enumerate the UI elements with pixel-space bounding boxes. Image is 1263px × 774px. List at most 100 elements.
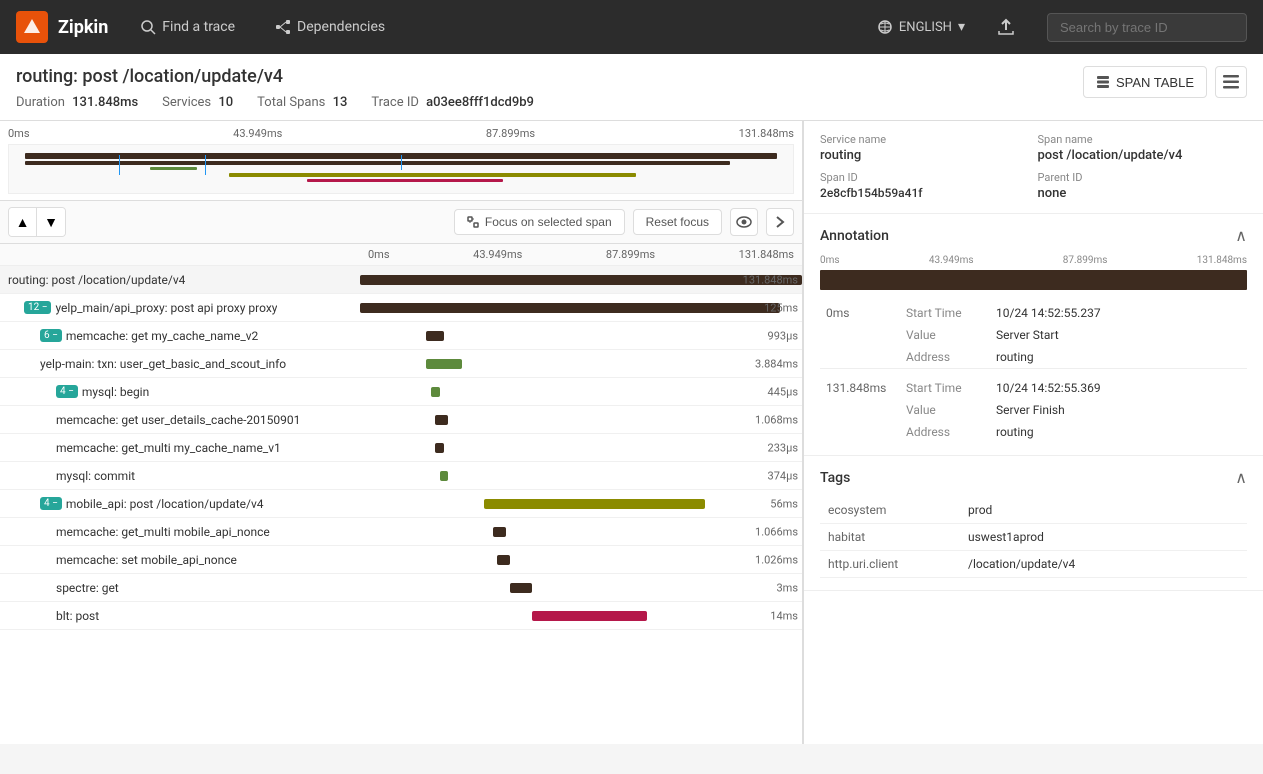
- dependencies-nav[interactable]: Dependencies: [267, 15, 393, 39]
- page-meta: Duration 131.848ms Services 10 Total Spa…: [16, 95, 1247, 120]
- focus-icon: [467, 216, 479, 228]
- span-label-text: yelp_main/api_proxy: post api proxy prox…: [55, 301, 277, 315]
- span-bar: [435, 443, 444, 453]
- span-duration: 374μs: [768, 469, 798, 482]
- span-row[interactable]: 6 −memcache: get my_cache_name_v2993μs: [0, 322, 802, 350]
- trace-id-meta: Trace ID a03ee8fff1dcd9b9: [371, 95, 534, 110]
- span-table-btn[interactable]: SPAN TABLE: [1083, 66, 1207, 98]
- trace-id-value: a03ee8fff1dcd9b9: [426, 95, 534, 110]
- span-bar-area: 14ms: [360, 602, 802, 630]
- span-duration: 125ms: [764, 301, 798, 314]
- annotation-rulers: 0ms 43.949ms 87.899ms 131.848ms: [820, 255, 1247, 266]
- span-badge[interactable]: 12 −: [24, 301, 51, 314]
- span-bar: [360, 303, 780, 313]
- ann-address-label-1: Address: [900, 346, 990, 369]
- span-name-group: Span name post /location/update/v4: [1038, 133, 1248, 163]
- tag-key: ecosystem: [820, 497, 960, 524]
- annotation-collapse-btn[interactable]: ∧: [1235, 226, 1247, 245]
- detail-panel: Service name routing Span name post /loc…: [803, 121, 1263, 744]
- span-label-text: blt: post: [56, 609, 99, 623]
- tag-value: prod: [960, 497, 1247, 524]
- menu-btn[interactable]: [1215, 66, 1247, 98]
- reset-focus-btn[interactable]: Reset focus: [633, 209, 722, 235]
- span-row[interactable]: memcache: get user_details_cache-2015090…: [0, 406, 802, 434]
- span-duration: 131.848ms: [743, 273, 798, 286]
- span-id-value: 2e8cfb154b59a41f: [820, 186, 1030, 200]
- span-label: memcache: get user_details_cache-2015090…: [0, 413, 360, 427]
- span-bar-area: 56ms: [360, 490, 802, 518]
- ann-address-value-2: routing: [990, 421, 1247, 443]
- page-header: routing: post /location/update/v4 Durati…: [0, 54, 1263, 121]
- services-meta: Services 10: [162, 95, 233, 110]
- nav-up-btn[interactable]: ▲: [9, 208, 37, 236]
- span-row[interactable]: routing: post /location/update/v4 131.848…: [0, 266, 802, 294]
- trace-id-search[interactable]: [1047, 13, 1247, 42]
- dependencies-label: Dependencies: [297, 19, 385, 35]
- app-logo[interactable]: Zipkin: [16, 11, 108, 43]
- find-trace-label: Find a trace: [162, 19, 235, 35]
- focus-on-span-btn[interactable]: Focus on selected span: [454, 209, 625, 235]
- annotation-header: Annotation ∧: [820, 226, 1247, 245]
- nav-down-btn[interactable]: ▼: [37, 208, 65, 236]
- span-row[interactable]: memcache: set mobile_api_nonce1.026ms: [0, 546, 802, 574]
- tag-key: habitat: [820, 524, 960, 551]
- tag-value: uswest1aprod: [960, 524, 1247, 551]
- total-spans-value: 13: [333, 95, 348, 110]
- eye-btn[interactable]: [730, 208, 758, 236]
- span-duration: 56ms: [770, 497, 798, 510]
- span-duration: 993μs: [768, 329, 798, 342]
- find-trace-nav[interactable]: Find a trace: [132, 15, 243, 39]
- span-label-text: mysql: commit: [56, 469, 135, 483]
- dependencies-icon: [275, 19, 291, 35]
- span-label: blt: post: [0, 609, 360, 623]
- span-row[interactable]: 12 − yelp_main/api_proxy: post api proxy …: [0, 294, 802, 322]
- services-label: Services: [162, 95, 211, 110]
- span-duration: 1.068ms: [755, 413, 798, 426]
- span-bar-area: 993μs: [360, 322, 802, 350]
- span-bar: [510, 583, 532, 593]
- ann-start-time-label-2: Start Time: [900, 377, 990, 399]
- span-label-text: spectre: get: [56, 581, 119, 595]
- span-badge[interactable]: 4 −: [56, 385, 78, 398]
- language-selector[interactable]: ENGLISH ▾: [877, 19, 965, 35]
- span-row[interactable]: mysql: commit 374μs: [0, 462, 802, 490]
- span-bar: [431, 387, 440, 397]
- span-row[interactable]: 4 −mobile_api: post /location/update/v4 5…: [0, 490, 802, 518]
- main-content: 0ms 43.949ms 87.899ms 131.848ms ▲: [0, 121, 1263, 744]
- ann-value-value-1: Server Start: [990, 324, 1247, 346]
- span-label: routing: post /location/update/v4: [0, 273, 360, 287]
- span-bar: [360, 275, 802, 285]
- span-row[interactable]: spectre: get3ms: [0, 574, 802, 602]
- annotation-section: Annotation ∧ 0ms 43.949ms 87.899ms 131.8…: [804, 214, 1263, 456]
- span-row[interactable]: memcache: get_multi my_cache_name_v1 233μ…: [0, 434, 802, 462]
- span-row[interactable]: blt: post 14ms: [0, 602, 802, 630]
- ann-time-2: 131.848ms: [820, 377, 900, 443]
- duration-label: Duration: [16, 95, 65, 110]
- ann-address-value-1: routing: [990, 346, 1247, 369]
- trace-id-label: Trace ID: [371, 95, 419, 110]
- span-label-text: memcache: get_multi my_cache_name_v1: [56, 441, 281, 455]
- span-label: memcache: get_multi my_cache_name_v1: [0, 441, 360, 455]
- tags-collapse-btn[interactable]: ∧: [1235, 468, 1247, 487]
- span-badge[interactable]: 4 −: [40, 497, 62, 510]
- mini-canvas[interactable]: [8, 144, 794, 194]
- translate-icon: [877, 19, 893, 35]
- span-row[interactable]: 4 −mysql: begin445μs: [0, 378, 802, 406]
- span-bar: [435, 415, 448, 425]
- span-badge[interactable]: 6 −: [40, 329, 62, 342]
- parent-id-group: Parent ID none: [1038, 171, 1248, 201]
- span-label-text: memcache: set mobile_api_nonce: [56, 553, 237, 567]
- span-label: memcache: set mobile_api_nonce: [0, 553, 360, 567]
- span-row[interactable]: memcache: get_multi mobile_api_nonce1.06…: [0, 518, 802, 546]
- span-bar-area: 125ms: [360, 294, 802, 322]
- span-bar: [532, 611, 647, 621]
- upload-btn[interactable]: [989, 14, 1023, 40]
- span-label: 4 −mobile_api: post /location/update/v4: [0, 497, 360, 511]
- upload-icon: [997, 18, 1015, 36]
- span-duration: 233μs: [768, 441, 798, 454]
- ann-start-time-label-1: Start Time: [900, 302, 990, 324]
- arrow-right-btn[interactable]: [766, 208, 794, 236]
- span-row[interactable]: yelp-main: txn: user_get_basic_and_scout…: [0, 350, 802, 378]
- tag-row: ecosystemprod: [820, 497, 1247, 524]
- focus-btn-label: Focus on selected span: [485, 215, 612, 229]
